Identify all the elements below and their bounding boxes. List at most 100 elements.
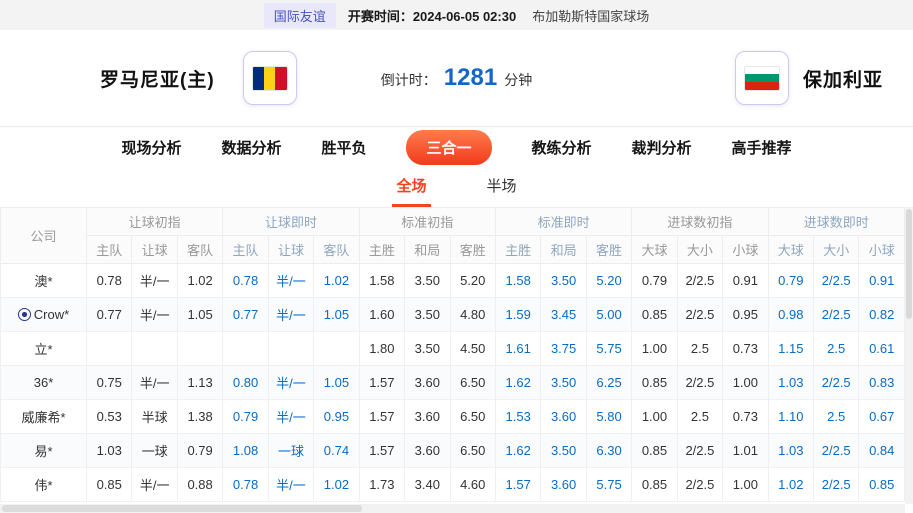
league-badge[interactable]: 国际友谊	[264, 3, 336, 28]
odds-cell: 2.5	[814, 400, 859, 434]
odds-cell: 2/2.5	[677, 468, 722, 502]
odds-cell: 1.80	[359, 332, 404, 366]
group-header-4: 标准即时	[495, 208, 631, 236]
odds-cell: 1.08	[223, 434, 268, 468]
company-name[interactable]: 36*	[1, 366, 87, 400]
odds-table-body: 澳*0.78半/一1.020.78半/一1.021.583.505.201.58…	[1, 264, 905, 502]
odds-cell: 3.50	[405, 298, 450, 332]
odds-cell: 1.15	[768, 332, 813, 366]
column-header: 大球	[768, 236, 813, 264]
odds-cell: 6.50	[450, 434, 495, 468]
odds-cell: 4.50	[450, 332, 495, 366]
group-header-2: 让球即时	[223, 208, 359, 236]
odds-cell: 3.50	[541, 264, 586, 298]
column-header: 让球	[132, 236, 177, 264]
company-name[interactable]: 澳*	[1, 264, 87, 298]
odds-cell: 0.83	[859, 366, 905, 400]
column-header: 小球	[859, 236, 905, 264]
odds-cell: 0.73	[723, 332, 768, 366]
odds-cell: 半/一	[132, 366, 177, 400]
odds-cell: 0.73	[723, 400, 768, 434]
odds-cell: 3.45	[541, 298, 586, 332]
odds-cell: 0.78	[87, 264, 132, 298]
odds-cell: 2/2.5	[814, 298, 859, 332]
odds-cell: 2/2.5	[814, 468, 859, 502]
odds-cell: 半/一	[268, 468, 313, 502]
odds-cell: 0.77	[87, 298, 132, 332]
odds-cell: 1.02	[177, 264, 222, 298]
horizontal-scrollbar[interactable]	[0, 504, 905, 513]
group-header-1: 让球初指	[87, 208, 223, 236]
odds-cell: 0.67	[859, 400, 905, 434]
odds-cell: 半/一	[132, 298, 177, 332]
column-header: 主队	[87, 236, 132, 264]
nav-tab-6[interactable]: 裁判分析	[632, 137, 692, 158]
odds-cell: 1.53	[495, 400, 540, 434]
odds-cell: 5.75	[586, 468, 631, 502]
odds-cell: 1.05	[177, 298, 222, 332]
odds-cell: 2/2.5	[814, 434, 859, 468]
odds-cell: 0.82	[859, 298, 905, 332]
odds-cell: 0.74	[314, 434, 359, 468]
horizontal-scrollbar-thumb[interactable]	[2, 505, 362, 512]
away-team: 保加利亚	[735, 51, 883, 105]
odds-comparison-page: 国际友谊 开赛时间：2024-06-05 02:30 布加勒斯特国家球场 罗马尼…	[0, 0, 913, 513]
odds-cell: 1.05	[314, 366, 359, 400]
nav-tab-4[interactable]: 三合一	[406, 130, 491, 165]
vertical-scrollbar-thumb[interactable]	[906, 209, 912, 319]
company-name[interactable]: 威廉希*	[1, 400, 87, 434]
odds-cell: 2.5	[677, 332, 722, 366]
odds-cell: 一球	[132, 434, 177, 468]
column-header: 客胜	[586, 236, 631, 264]
sub-tab-2[interactable]: 半场	[483, 167, 521, 207]
odds-cell: 1.62	[495, 366, 540, 400]
company-name[interactable]: 立*	[1, 332, 87, 366]
odds-cell: 1.03	[87, 434, 132, 468]
team-header: 罗马尼亚(主) 倒计时： 1281 分钟 保加利亚	[0, 30, 913, 127]
odds-cell: 半/一	[132, 468, 177, 502]
column-header: 主胜	[495, 236, 540, 264]
romania-flag	[252, 66, 288, 91]
odds-cell: 5.00	[586, 298, 631, 332]
odds-cell: 6.30	[586, 434, 631, 468]
nav-tab-5[interactable]: 教练分析	[532, 137, 592, 158]
odds-cell: 2/2.5	[814, 366, 859, 400]
odds-cell: 5.20	[586, 264, 631, 298]
nav-tab-2[interactable]: 数据分析	[221, 137, 281, 158]
odds-cell: 4.80	[450, 298, 495, 332]
odds-cell	[268, 332, 313, 366]
odds-cell: 2/2.5	[814, 264, 859, 298]
nav-tab-3[interactable]: 胜平负	[321, 137, 366, 158]
odds-cell: 0.61	[859, 332, 905, 366]
company-name[interactable]: Crow*	[1, 298, 87, 332]
odds-cell	[223, 332, 268, 366]
odds-cell: 0.79	[177, 434, 222, 468]
nav-tab-1[interactable]: 现场分析	[121, 137, 181, 158]
odds-cell: 2.5	[814, 332, 859, 366]
odds-cell: 1.03	[768, 366, 813, 400]
odds-cell	[132, 332, 177, 366]
nav-tab-7[interactable]: 高手推荐	[732, 137, 792, 158]
company-name[interactable]: 易*	[1, 434, 87, 468]
odds-cell: 1.57	[359, 434, 404, 468]
odds-cell: 1.57	[359, 400, 404, 434]
group-header-5: 进球数初指	[632, 208, 768, 236]
company-name[interactable]: 伟*	[1, 468, 87, 502]
odds-cell: 0.85	[87, 468, 132, 502]
odds-row: 澳*0.78半/一1.020.78半/一1.021.583.505.201.58…	[1, 264, 905, 298]
odds-cell: 0.85	[859, 468, 905, 502]
odds-cell: 2/2.5	[677, 264, 722, 298]
odds-cell: 0.79	[768, 264, 813, 298]
group-header-3: 标准初指	[359, 208, 495, 236]
odds-cell: 1.02	[314, 264, 359, 298]
sub-tab-1[interactable]: 全场	[392, 167, 430, 207]
odds-cell: 3.60	[541, 400, 586, 434]
odds-cell: 0.91	[723, 264, 768, 298]
odds-cell: 5.80	[586, 400, 631, 434]
vertical-scrollbar[interactable]	[905, 207, 913, 504]
bulgaria-flag	[744, 66, 780, 91]
odds-cell: 1.57	[359, 366, 404, 400]
odds-cell: 0.75	[87, 366, 132, 400]
odds-cell: 3.50	[541, 366, 586, 400]
odds-cell: 1.02	[314, 468, 359, 502]
